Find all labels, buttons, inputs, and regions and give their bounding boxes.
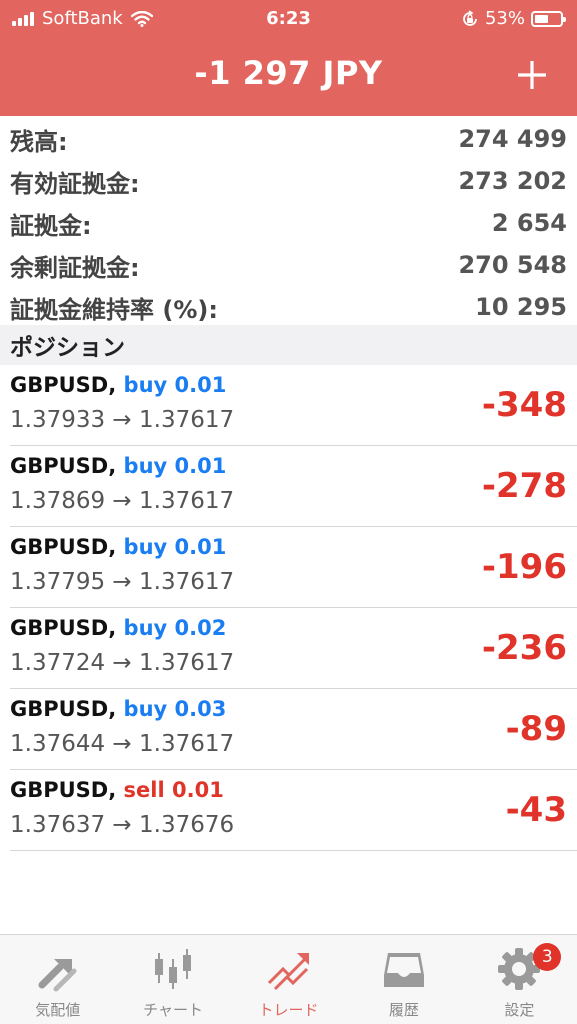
- position-direction: buy 0.01: [123, 535, 227, 559]
- position-symbol-line: GBPUSD, sell 0.01: [10, 778, 224, 802]
- summary-row-margin-level: 証拠金維持率 (%): 10 295: [0, 286, 577, 328]
- position-symbol-line: GBPUSD, buy 0.01: [10, 454, 226, 478]
- bottom-tab-bar: 気配値 チャート トレード 履歴 3 設定: [0, 934, 577, 1024]
- position-direction: sell 0.01: [123, 778, 224, 802]
- summary-value: 270 548: [458, 251, 567, 279]
- position-profit-loss: -236: [481, 628, 567, 668]
- account-summary: 残高: 274 499 有効証拠金: 273 202 証拠金: 2 654 余剰…: [0, 118, 577, 328]
- candlestick-chart-icon: [155, 949, 192, 989]
- summary-value: 10 295: [475, 293, 567, 321]
- tab-label: トレード: [258, 1001, 319, 1019]
- tab-label: 気配値: [35, 1001, 81, 1019]
- position-row[interactable]: GBPUSD, buy 0.01 1.37795 → 1.37617 -196: [10, 527, 577, 608]
- position-profit-loss: -43: [505, 790, 567, 830]
- trade-trend-icon: [267, 953, 309, 991]
- summary-row-free-margin: 余剰証拠金: 270 548: [0, 244, 577, 286]
- tab-chart[interactable]: チャート: [115, 935, 230, 1024]
- rotation-lock-icon: [463, 9, 477, 26]
- position-direction: buy 0.02: [123, 616, 227, 640]
- position-symbol: GBPUSD,: [10, 373, 117, 397]
- position-symbol-line: GBPUSD, buy 0.01: [10, 373, 226, 397]
- status-bar: SoftBank 6:23 53%: [0, 0, 577, 38]
- position-row[interactable]: GBPUSD, buy 0.01 1.37869 → 1.37617 -278: [10, 446, 577, 527]
- status-right: 53%: [461, 8, 566, 29]
- position-profit-loss: -348: [481, 385, 567, 425]
- summary-label: 有効証拠金:: [10, 169, 140, 198]
- summary-row-balance: 残高: 274 499: [0, 118, 577, 160]
- app-header: SoftBank 6:23 53% -1 297 JPY: [0, 0, 577, 116]
- position-row[interactable]: GBPUSD, buy 0.03 1.37644 → 1.37617 -89: [10, 689, 577, 770]
- position-direction: buy 0.03: [123, 697, 227, 721]
- positions-list: GBPUSD, buy 0.01 1.37933 → 1.37617 -348 …: [0, 365, 577, 851]
- position-profit-loss: -278: [481, 466, 567, 506]
- position-direction: buy 0.01: [123, 373, 227, 397]
- battery-icon: [531, 10, 566, 27]
- position-prices: 1.37724 → 1.37617: [10, 650, 235, 676]
- position-row[interactable]: GBPUSD, sell 0.01 1.37637 → 1.37676 -43: [10, 770, 577, 851]
- position-symbol: GBPUSD,: [10, 697, 117, 721]
- summary-label: 証拠金:: [10, 211, 92, 240]
- tab-label: チャート: [143, 1001, 204, 1019]
- position-row[interactable]: GBPUSD, buy 0.01 1.37933 → 1.37617 -348: [10, 365, 577, 446]
- position-row[interactable]: GBPUSD, buy 0.02 1.37724 → 1.37617 -236: [10, 608, 577, 689]
- position-symbol: GBPUSD,: [10, 535, 117, 559]
- tab-history[interactable]: 履歴: [346, 935, 461, 1024]
- position-symbol-line: GBPUSD, buy 0.01: [10, 535, 226, 559]
- position-prices: 1.37869 → 1.37617: [10, 488, 235, 514]
- notification-badge: 3: [533, 943, 562, 971]
- summary-row-equity: 有効証拠金: 273 202: [0, 160, 577, 202]
- summary-label: 残高:: [10, 127, 68, 156]
- history-inbox-icon: [383, 953, 424, 987]
- position-prices: 1.37644 → 1.37617: [10, 731, 235, 757]
- tab-settings[interactable]: 3 設定: [462, 935, 577, 1024]
- position-symbol-line: GBPUSD, buy 0.03: [10, 697, 226, 721]
- summary-value: 2 654: [491, 209, 567, 237]
- quotes-arrows-icon: [38, 959, 77, 992]
- plus-icon[interactable]: [517, 60, 547, 90]
- tab-trade[interactable]: トレード: [231, 935, 346, 1024]
- position-symbol: GBPUSD,: [10, 616, 117, 640]
- floating-pl-title: -1 297 JPY: [194, 54, 383, 92]
- position-prices: 1.37795 → 1.37617: [10, 569, 235, 595]
- summary-value: 274 499: [458, 125, 567, 153]
- position-prices: 1.37637 → 1.37676: [10, 812, 235, 838]
- tab-label: 履歴: [388, 1001, 419, 1019]
- position-direction: buy 0.01: [123, 454, 227, 478]
- position-symbol-line: GBPUSD, buy 0.02: [10, 616, 226, 640]
- position-profit-loss: -196: [481, 547, 567, 587]
- position-symbol: GBPUSD,: [10, 778, 117, 802]
- position-symbol: GBPUSD,: [10, 454, 117, 478]
- position-profit-loss: -89: [505, 709, 567, 749]
- position-prices: 1.37933 → 1.37617: [10, 407, 235, 433]
- summary-label: 証拠金維持率 (%):: [10, 295, 218, 324]
- summary-row-margin: 証拠金: 2 654: [0, 202, 577, 244]
- battery-percent: 53%: [484, 8, 525, 29]
- tab-quotes[interactable]: 気配値: [0, 935, 115, 1024]
- summary-label: 余剰証拠金:: [10, 253, 140, 282]
- tab-label: 設定: [504, 1001, 535, 1019]
- summary-value: 273 202: [458, 167, 567, 195]
- positions-section-header: ポジション: [0, 325, 577, 365]
